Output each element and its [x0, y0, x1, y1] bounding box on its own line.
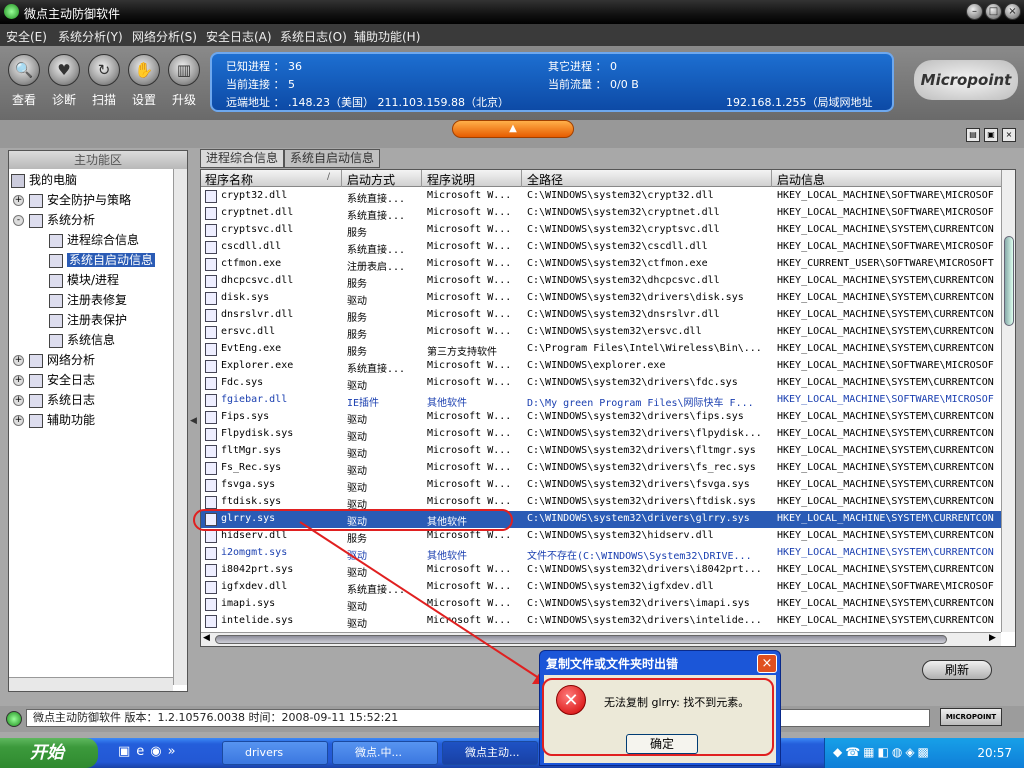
app-window: 微点主动防御软件 – □ × 安全(E) 系统分析(Y) 网络分析(S) 安全日…	[0, 0, 1024, 738]
task-drivers[interactable]: drivers	[222, 741, 328, 765]
start-button[interactable]: 开始	[0, 738, 98, 768]
quicklaunch: ▣e◉»	[118, 744, 182, 759]
annotation-arrow	[299, 521, 549, 685]
clock: 20:57	[977, 746, 1012, 760]
task-weidian-active[interactable]: 微点主动...	[442, 741, 538, 765]
task-weidian-middle[interactable]: 微点.中...	[332, 741, 438, 765]
dialog-title: 复制文件或文件夹时出错	[546, 657, 679, 671]
dialog-close-button[interactable]: ×	[757, 654, 777, 673]
tray-icons[interactable]: ◆☎▦◧◍◈▩	[833, 745, 932, 759]
more-icon[interactable]: »	[168, 744, 182, 759]
system-tray: ◆☎▦◧◍◈▩ 20:57	[824, 738, 1024, 768]
ie-icon[interactable]: e	[136, 744, 150, 759]
start-label: 开始	[30, 743, 64, 763]
dialog-highlight-annotation	[542, 678, 774, 756]
media-icon[interactable]: ◉	[150, 744, 167, 759]
desktop-icon[interactable]: ▣	[118, 744, 136, 759]
